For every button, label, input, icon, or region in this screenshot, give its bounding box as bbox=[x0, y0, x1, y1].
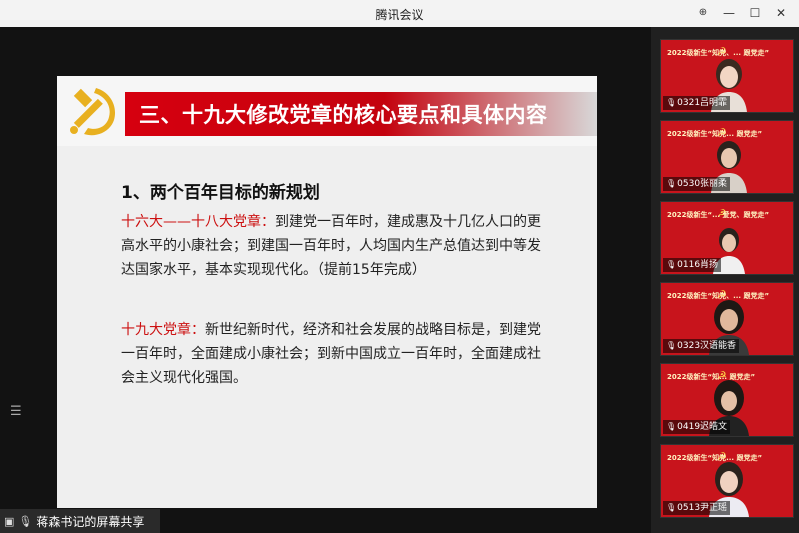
screen-share-icon: ▣ bbox=[4, 514, 15, 528]
presentation-slide: 三、十九大修改党章的核心要点和具体内容 1、两个百年目标的新规划 十六大——十八… bbox=[57, 76, 597, 508]
title-bar: 腾讯会议 ⊕ — ☐ ✕ bbox=[0, 0, 799, 27]
participant-name: 🎙0116肖扬 bbox=[663, 258, 722, 272]
section-subtitle: 1、两个百年目标的新规划 bbox=[121, 183, 320, 203]
participant-tile[interactable]: ☭ 2022级新生“... 爱党、跟党走” 🎙0116肖扬 bbox=[660, 201, 794, 275]
participant-name: 🎙0321吕明霏 bbox=[663, 96, 731, 110]
participant-tile[interactable]: ☭ 2022级新生“知... 跟党走” 🎙0419迟皓文 bbox=[660, 363, 794, 437]
mic-icon: 🎙 bbox=[666, 341, 677, 350]
pin-button[interactable]: ⊕ bbox=[691, 3, 715, 23]
participant-tile[interactable]: ☭ 2022级新生“知党... 跟党走” 🎙0530张丽柔 bbox=[660, 120, 794, 194]
slide-body: 1、两个百年目标的新规划 十六大——十八大党章：到建党一百年时，建成惠及十几亿人… bbox=[57, 146, 597, 508]
menu-icon[interactable]: ☰ bbox=[10, 405, 26, 419]
paragraph-highlight: 十六大——十八大党章： bbox=[121, 214, 275, 230]
mic-icon: 🎙 bbox=[666, 503, 677, 512]
participant-name: 🎙0323汉语能香 bbox=[663, 339, 740, 353]
shared-screen-area: 三、十九大修改党章的核心要点和具体内容 1、两个百年目标的新规划 十六大——十八… bbox=[0, 27, 651, 533]
participant-name: 🎙0419迟皓文 bbox=[663, 420, 731, 434]
window-controls: ⊕ — ☐ ✕ bbox=[691, 3, 793, 23]
slide-header: 三、十九大修改党章的核心要点和具体内容 bbox=[57, 76, 597, 146]
mic-icon: 🎙 bbox=[666, 179, 677, 188]
participant-panel: ☭ 2022级新生“知党、... 跟党走” 🎙0321吕明霏 ☭ 2022级新生… bbox=[651, 27, 799, 533]
participant-tile[interactable]: ☭ 2022级新生“知党、... 跟党走” 🎙0321吕明霏 bbox=[660, 39, 794, 113]
paragraph-old-charter: 十六大——十八大党章：到建党一百年时，建成惠及十几亿人口的更高水平的小康社会；到… bbox=[121, 210, 551, 282]
mic-icon: 🎙 bbox=[666, 98, 677, 107]
slide-title: 三、十九大修改党章的核心要点和具体内容 bbox=[139, 103, 548, 127]
share-status-text: 蒋森书记的屏幕共享 bbox=[36, 514, 145, 529]
window-title: 腾讯会议 bbox=[375, 8, 424, 22]
participant-tile[interactable]: ☭ 2022级新生“知党... 跟党走” 🎙0513尹正瑶 bbox=[660, 444, 794, 518]
participant-tile[interactable]: ☭ 2022级新生“知党、... 跟党走” 🎙0323汉语能香 bbox=[660, 282, 794, 356]
maximize-button[interactable]: ☐ bbox=[743, 3, 767, 23]
hammer-sickle-icon bbox=[70, 88, 116, 136]
mic-icon: 🎙 bbox=[666, 260, 677, 269]
participant-name: 🎙0530张丽柔 bbox=[663, 177, 731, 191]
close-button[interactable]: ✕ bbox=[769, 3, 793, 23]
paragraph-new-charter: 十九大党章：新世纪新时代，经济和社会发展的战略目标是，到建党一百年时，全面建成小… bbox=[121, 318, 551, 390]
mic-icon: 🎙 bbox=[18, 514, 33, 528]
participant-name: 🎙0513尹正瑶 bbox=[663, 501, 731, 515]
mic-icon: 🎙 bbox=[666, 422, 677, 431]
header-banner: 三、十九大修改党章的核心要点和具体内容 bbox=[125, 92, 597, 136]
paragraph-highlight: 十九大党章： bbox=[121, 322, 205, 338]
minimize-button[interactable]: — bbox=[717, 3, 741, 23]
screen-share-status: ▣ 🎙 蒋森书记的屏幕共享 bbox=[0, 509, 160, 533]
